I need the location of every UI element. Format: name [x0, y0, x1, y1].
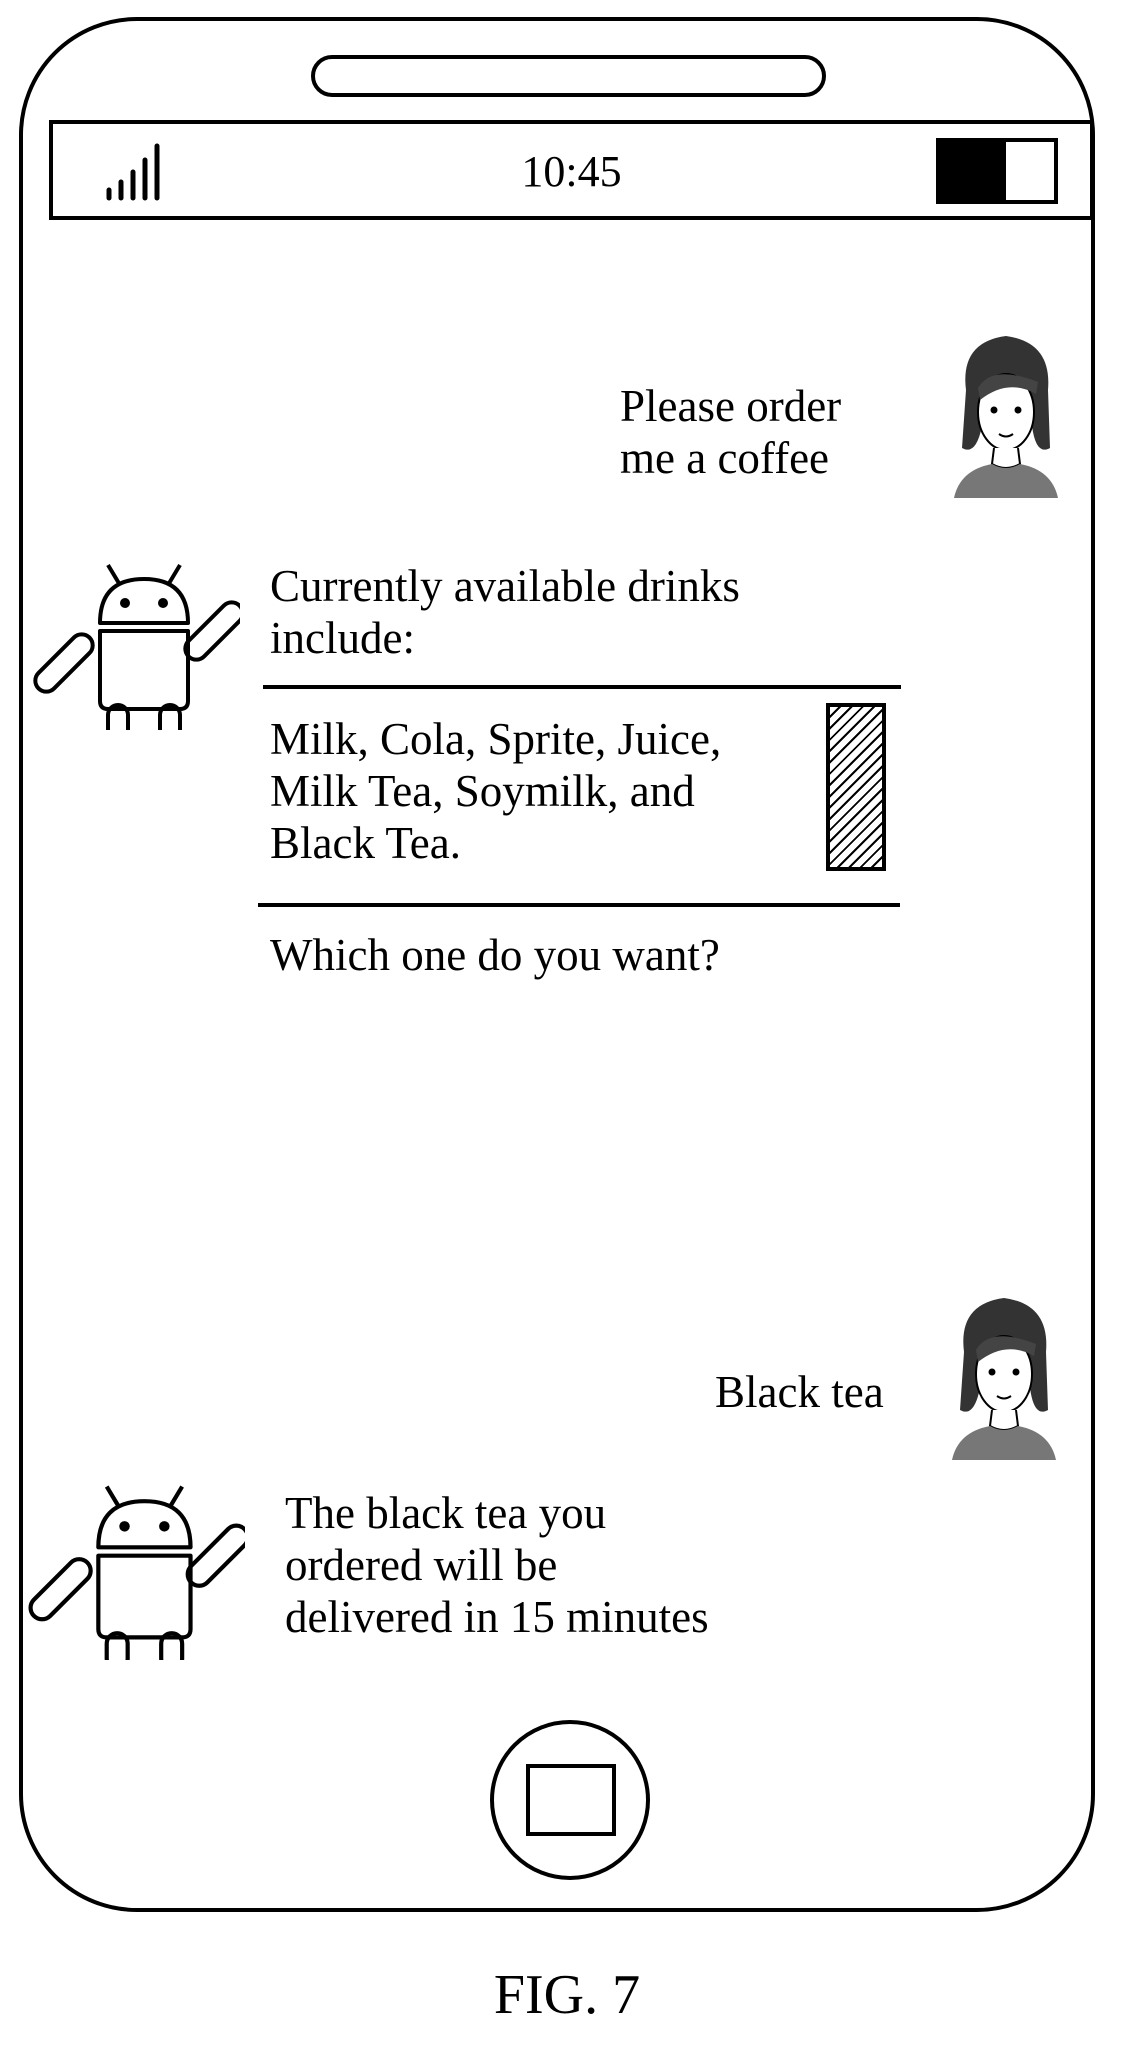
user-message-2: Black tea: [715, 1366, 935, 1418]
home-button-square: [526, 1764, 616, 1836]
figure-caption: FIG. 7: [0, 1965, 1134, 2025]
home-button-icon[interactable]: [490, 1720, 650, 1880]
bot-message-1-intro: Currently available drinks include:: [270, 560, 870, 664]
status-bar: 10:45: [49, 120, 1094, 220]
drinks-list-text: Milk, Cola, Sprite, Juice, Milk Tea, Soy…: [270, 713, 830, 869]
android-robot-icon: [25, 1465, 245, 1660]
battery-icon: [936, 138, 1058, 204]
list-divider-bottom: [258, 903, 900, 907]
user-message-1: Please order me a coffee: [620, 380, 920, 484]
bot-message-1-question: Which one do you want?: [270, 929, 870, 981]
list-divider-top: [263, 685, 901, 689]
status-time: 10:45: [53, 148, 1090, 196]
android-robot-icon: [30, 545, 240, 730]
user-avatar-icon: [950, 1292, 1058, 1460]
phone-speaker: [311, 55, 826, 97]
drinks-list-scrollbar[interactable]: [826, 703, 886, 871]
bot-message-2: The black tea you ordered will be delive…: [285, 1487, 845, 1643]
user-avatar-icon: [952, 330, 1060, 498]
